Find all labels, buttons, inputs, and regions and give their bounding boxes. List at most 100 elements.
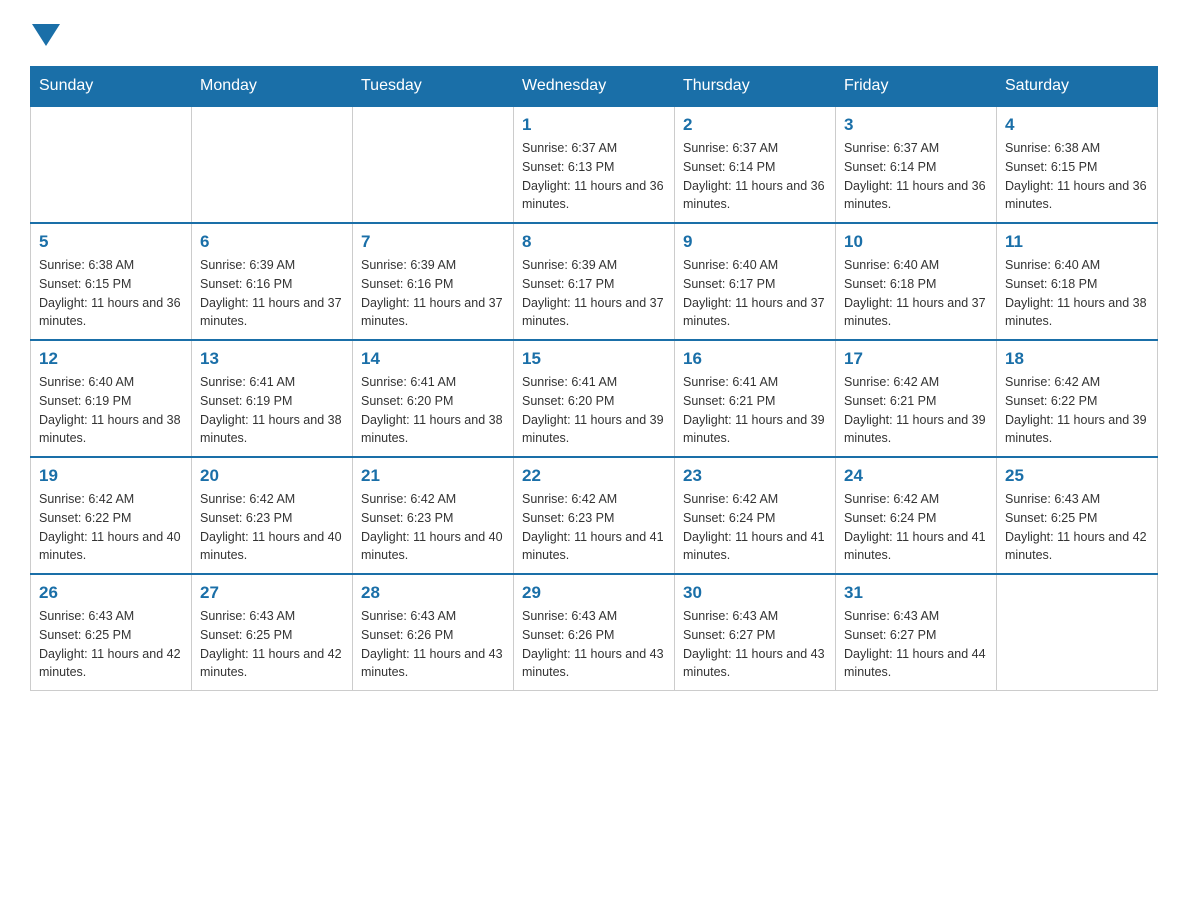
calendar-week-row: 19 Sunrise: 6:42 AM Sunset: 6:22 PM Dayli… [31,457,1158,574]
day-info: Sunrise: 6:42 AM Sunset: 6:21 PM Dayligh… [844,373,988,448]
calendar-week-row: 5 Sunrise: 6:38 AM Sunset: 6:15 PM Daylig… [31,223,1158,340]
day-number: 7 [361,232,505,252]
day-number: 23 [683,466,827,486]
day-number: 25 [1005,466,1149,486]
calendar-day-header: Sunday [31,67,192,107]
calendar-day-header: Saturday [997,67,1158,107]
day-info: Sunrise: 6:41 AM Sunset: 6:20 PM Dayligh… [522,373,666,448]
day-info: Sunrise: 6:43 AM Sunset: 6:25 PM Dayligh… [200,607,344,682]
calendar-day-header: Friday [836,67,997,107]
day-number: 9 [683,232,827,252]
day-info: Sunrise: 6:42 AM Sunset: 6:23 PM Dayligh… [522,490,666,565]
day-info: Sunrise: 6:42 AM Sunset: 6:22 PM Dayligh… [39,490,183,565]
day-number: 3 [844,115,988,135]
day-number: 1 [522,115,666,135]
calendar-day-cell: 23 Sunrise: 6:42 AM Sunset: 6:24 PM Dayli… [675,457,836,574]
day-info: Sunrise: 6:41 AM Sunset: 6:20 PM Dayligh… [361,373,505,448]
day-info: Sunrise: 6:39 AM Sunset: 6:16 PM Dayligh… [200,256,344,331]
calendar-day-cell [31,106,192,223]
day-number: 10 [844,232,988,252]
calendar-day-cell: 10 Sunrise: 6:40 AM Sunset: 6:18 PM Dayli… [836,223,997,340]
day-number: 30 [683,583,827,603]
calendar-day-cell: 19 Sunrise: 6:42 AM Sunset: 6:22 PM Dayli… [31,457,192,574]
day-number: 21 [361,466,505,486]
calendar-day-cell: 6 Sunrise: 6:39 AM Sunset: 6:16 PM Daylig… [192,223,353,340]
day-number: 17 [844,349,988,369]
calendar-day-cell: 9 Sunrise: 6:40 AM Sunset: 6:17 PM Daylig… [675,223,836,340]
calendar-day-cell: 12 Sunrise: 6:40 AM Sunset: 6:19 PM Dayli… [31,340,192,457]
calendar-day-cell: 20 Sunrise: 6:42 AM Sunset: 6:23 PM Dayli… [192,457,353,574]
logo [30,20,60,46]
calendar-day-cell: 27 Sunrise: 6:43 AM Sunset: 6:25 PM Dayli… [192,574,353,691]
calendar-day-cell [353,106,514,223]
day-number: 28 [361,583,505,603]
calendar-day-cell: 8 Sunrise: 6:39 AM Sunset: 6:17 PM Daylig… [514,223,675,340]
calendar-day-cell: 13Sunrise: 6:41 AM Sunset: 6:19 PM Dayli… [192,340,353,457]
day-info: Sunrise: 6:43 AM Sunset: 6:27 PM Dayligh… [683,607,827,682]
calendar-week-row: 26 Sunrise: 6:43 AM Sunset: 6:25 PM Dayli… [31,574,1158,691]
day-info: Sunrise: 6:39 AM Sunset: 6:16 PM Dayligh… [361,256,505,331]
day-info: Sunrise: 6:37 AM Sunset: 6:14 PM Dayligh… [844,139,988,214]
day-info: Sunrise: 6:40 AM Sunset: 6:18 PM Dayligh… [844,256,988,331]
calendar-day-cell: 30 Sunrise: 6:43 AM Sunset: 6:27 PM Dayli… [675,574,836,691]
day-info: Sunrise: 6:37 AM Sunset: 6:13 PM Dayligh… [522,139,666,214]
calendar-day-cell: 17 Sunrise: 6:42 AM Sunset: 6:21 PM Dayli… [836,340,997,457]
calendar-day-cell: 26 Sunrise: 6:43 AM Sunset: 6:25 PM Dayli… [31,574,192,691]
calendar-day-cell: 1 Sunrise: 6:37 AM Sunset: 6:13 PM Daylig… [514,106,675,223]
day-number: 24 [844,466,988,486]
calendar-day-cell: 21 Sunrise: 6:42 AM Sunset: 6:23 PM Dayli… [353,457,514,574]
calendar-week-row: 12 Sunrise: 6:40 AM Sunset: 6:19 PM Dayli… [31,340,1158,457]
page-header [30,20,1158,46]
day-info: Sunrise: 6:38 AM Sunset: 6:15 PM Dayligh… [39,256,183,331]
calendar-day-cell: 25Sunrise: 6:43 AM Sunset: 6:25 PM Dayli… [997,457,1158,574]
calendar-day-cell: 5 Sunrise: 6:38 AM Sunset: 6:15 PM Daylig… [31,223,192,340]
calendar-day-cell: 2 Sunrise: 6:37 AM Sunset: 6:14 PM Daylig… [675,106,836,223]
calendar-day-cell: 14Sunrise: 6:41 AM Sunset: 6:20 PM Dayli… [353,340,514,457]
day-info: Sunrise: 6:41 AM Sunset: 6:21 PM Dayligh… [683,373,827,448]
calendar-day-cell: 31 Sunrise: 6:43 AM Sunset: 6:27 PM Dayli… [836,574,997,691]
day-info: Sunrise: 6:42 AM Sunset: 6:22 PM Dayligh… [1005,373,1149,448]
calendar-day-header: Tuesday [353,67,514,107]
day-number: 18 [1005,349,1149,369]
day-number: 11 [1005,232,1149,252]
day-info: Sunrise: 6:42 AM Sunset: 6:23 PM Dayligh… [200,490,344,565]
day-number: 31 [844,583,988,603]
day-info: Sunrise: 6:40 AM Sunset: 6:19 PM Dayligh… [39,373,183,448]
calendar-day-cell: 16 Sunrise: 6:41 AM Sunset: 6:21 PM Dayli… [675,340,836,457]
calendar-day-header: Monday [192,67,353,107]
day-info: Sunrise: 6:37 AM Sunset: 6:14 PM Dayligh… [683,139,827,214]
day-number: 4 [1005,115,1149,135]
day-info: Sunrise: 6:43 AM Sunset: 6:25 PM Dayligh… [39,607,183,682]
day-info: Sunrise: 6:40 AM Sunset: 6:17 PM Dayligh… [683,256,827,331]
day-number: 12 [39,349,183,369]
day-number: 8 [522,232,666,252]
day-number: 5 [39,232,183,252]
day-number: 26 [39,583,183,603]
day-info: Sunrise: 6:42 AM Sunset: 6:24 PM Dayligh… [683,490,827,565]
day-number: 27 [200,583,344,603]
calendar-day-cell: 18 Sunrise: 6:42 AM Sunset: 6:22 PM Dayli… [997,340,1158,457]
day-info: Sunrise: 6:43 AM Sunset: 6:26 PM Dayligh… [522,607,666,682]
calendar-day-cell: 4Sunrise: 6:38 AM Sunset: 6:15 PM Daylig… [997,106,1158,223]
day-info: Sunrise: 6:42 AM Sunset: 6:24 PM Dayligh… [844,490,988,565]
calendar-day-cell: 7 Sunrise: 6:39 AM Sunset: 6:16 PM Daylig… [353,223,514,340]
calendar-day-cell: 24 Sunrise: 6:42 AM Sunset: 6:24 PM Dayli… [836,457,997,574]
day-number: 2 [683,115,827,135]
calendar-day-cell: 28 Sunrise: 6:43 AM Sunset: 6:26 PM Dayli… [353,574,514,691]
day-info: Sunrise: 6:40 AM Sunset: 6:18 PM Dayligh… [1005,256,1149,331]
day-info: Sunrise: 6:39 AM Sunset: 6:17 PM Dayligh… [522,256,666,331]
day-number: 20 [200,466,344,486]
calendar-day-cell: 11 Sunrise: 6:40 AM Sunset: 6:18 PM Dayli… [997,223,1158,340]
day-number: 13 [200,349,344,369]
calendar-day-cell: 22Sunrise: 6:42 AM Sunset: 6:23 PM Dayli… [514,457,675,574]
day-number: 6 [200,232,344,252]
calendar-day-cell [997,574,1158,691]
day-info: Sunrise: 6:43 AM Sunset: 6:27 PM Dayligh… [844,607,988,682]
day-info: Sunrise: 6:43 AM Sunset: 6:26 PM Dayligh… [361,607,505,682]
logo-triangle-icon [32,24,60,46]
calendar-header-row: SundayMondayTuesdayWednesdayThursdayFrid… [31,67,1158,107]
day-number: 19 [39,466,183,486]
calendar-day-cell: 29Sunrise: 6:43 AM Sunset: 6:26 PM Dayli… [514,574,675,691]
day-info: Sunrise: 6:42 AM Sunset: 6:23 PM Dayligh… [361,490,505,565]
day-number: 16 [683,349,827,369]
